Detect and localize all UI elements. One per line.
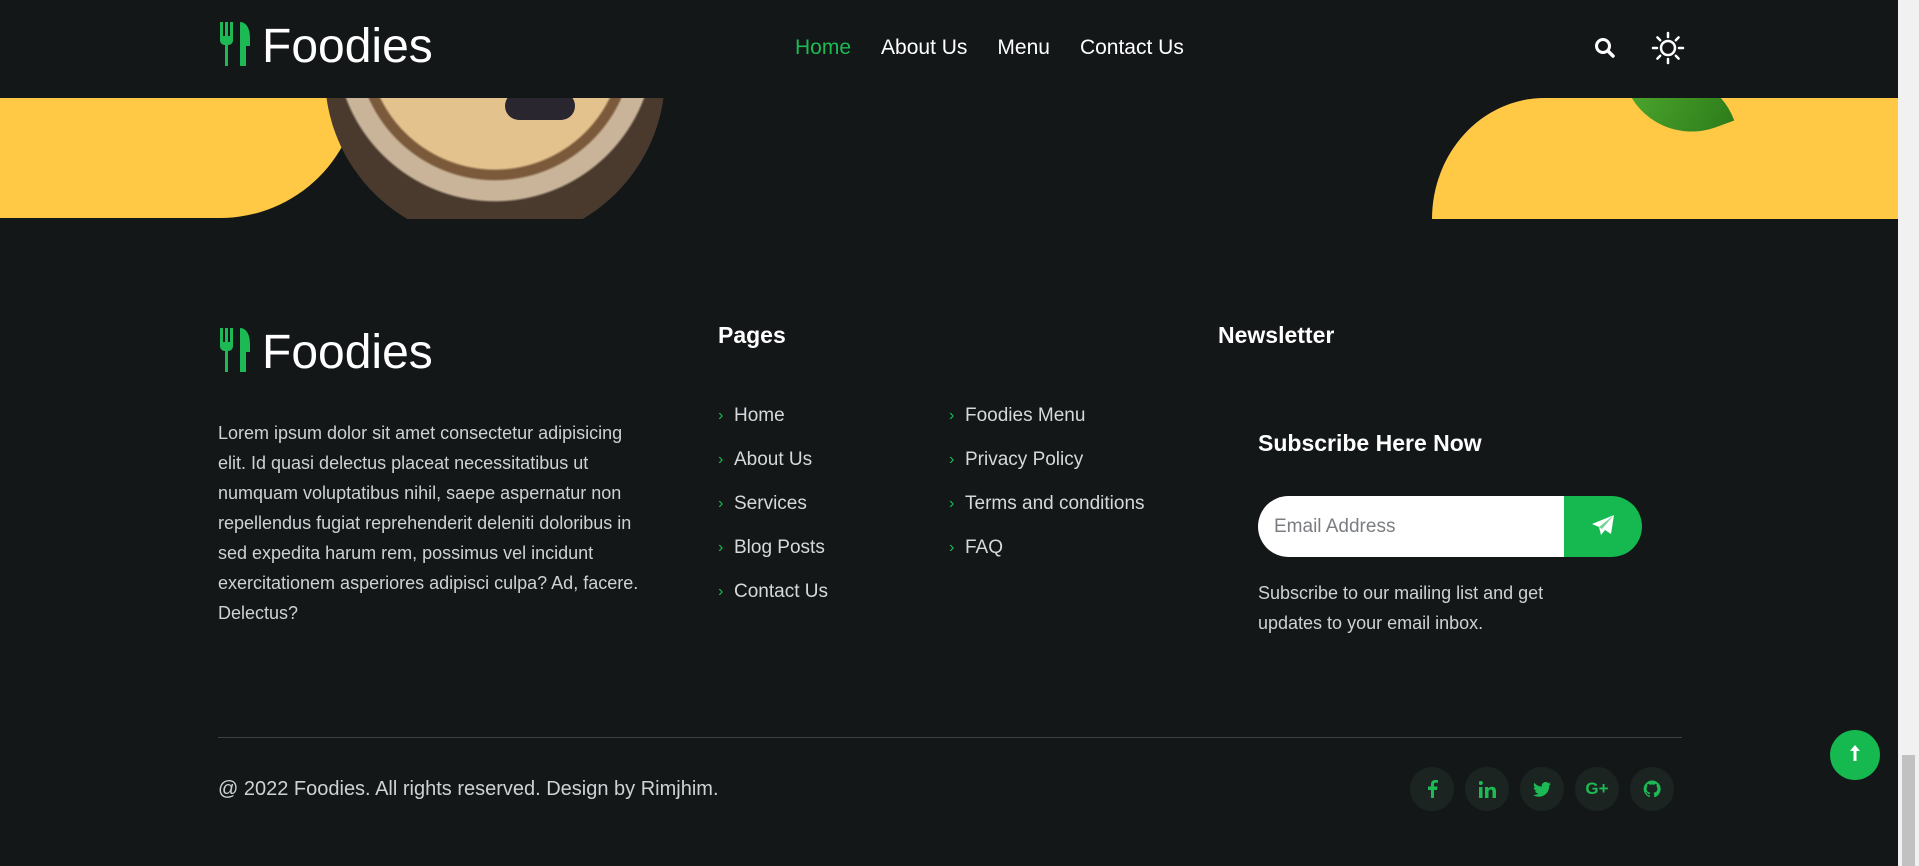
footer-divider	[218, 737, 1682, 738]
chevron-right-icon: ›	[718, 407, 724, 424]
nav-menu[interactable]: Menu	[997, 36, 1050, 60]
page-scrollbar[interactable]	[1898, 0, 1919, 866]
theme-toggle-sun-icon[interactable]	[1651, 31, 1685, 65]
back-to-top-button[interactable]	[1830, 730, 1880, 780]
github-icon[interactable]	[1630, 767, 1674, 811]
footer-link-foodies-menu[interactable]: › Foodies Menu	[949, 394, 1145, 438]
header-logo[interactable]: Foodies	[218, 22, 433, 71]
search-icon[interactable]	[1590, 33, 1620, 63]
hero-section-bottom	[0, 98, 1898, 219]
nav-contact-us[interactable]: Contact Us	[1080, 36, 1184, 60]
chevron-right-icon: ›	[718, 583, 724, 600]
footer-logo[interactable]: Foodies	[218, 328, 433, 377]
yellow-shape-left	[0, 98, 360, 218]
google-plus-glyph: G+	[1585, 779, 1609, 798]
nav-home[interactable]: Home	[795, 36, 851, 60]
chevron-right-icon: ›	[949, 495, 955, 512]
footer-link-home[interactable]: › Home	[718, 394, 828, 438]
food-plate-image	[325, 98, 665, 219]
subscribe-heading: Subscribe Here Now	[1258, 430, 1482, 456]
footer-link-about-us[interactable]: › About Us	[718, 438, 828, 482]
twitter-icon[interactable]	[1520, 767, 1564, 811]
chevron-right-icon: ›	[949, 407, 955, 424]
linkedin-icon[interactable]	[1465, 767, 1509, 811]
paper-plane-icon	[1591, 514, 1615, 539]
footer-about-text: Lorem ipsum dolor sit amet consectetur a…	[218, 423, 639, 623]
footer-link-blog-posts[interactable]: › Blog Posts	[718, 526, 828, 570]
chevron-right-icon: ›	[949, 451, 955, 468]
footer-link-terms[interactable]: › Terms and conditions	[949, 482, 1145, 526]
footer-logo-text: Foodies	[262, 325, 433, 379]
site-header: Foodies Home About Us Menu Contact Us	[0, 0, 1898, 98]
pages-heading: Pages	[718, 322, 786, 348]
footer-link-faq[interactable]: › FAQ	[949, 526, 1145, 570]
social-links: G+	[1410, 767, 1674, 811]
facebook-icon[interactable]	[1410, 767, 1454, 811]
berries-image	[505, 98, 575, 120]
scrollbar-thumb[interactable]	[1902, 755, 1915, 866]
fork-knife-icon	[218, 22, 252, 71]
copyright-text: @ 2022 Foodies. All rights reserved. Des…	[218, 778, 719, 800]
footer-link-contact-us[interactable]: › Contact Us	[718, 570, 828, 614]
arrow-up-icon	[1847, 744, 1863, 767]
header-logo-text: Foodies	[262, 19, 433, 73]
subscribe-form	[1258, 496, 1642, 557]
subscribe-button[interactable]	[1564, 496, 1642, 557]
newsletter-heading: Newsletter	[1218, 322, 1335, 348]
nav-about-us[interactable]: About Us	[881, 36, 967, 60]
pages-list-1: › Home › About Us › Services › Blog Posts › C…	[718, 394, 828, 614]
chevron-right-icon: ›	[949, 539, 955, 556]
pages-list-2: › Foodies Menu › Privacy Policy › Terms and…	[949, 394, 1145, 570]
footer-link-services[interactable]: › Services	[718, 482, 828, 526]
chevron-right-icon: ›	[718, 495, 724, 512]
fork-knife-icon	[218, 328, 252, 377]
chevron-right-icon: ›	[718, 539, 724, 556]
chevron-right-icon: ›	[718, 451, 724, 468]
footer-link-privacy-policy[interactable]: › Privacy Policy	[949, 438, 1145, 482]
email-field[interactable]	[1258, 496, 1564, 557]
subscribe-note: Subscribe to our mailing list and get up…	[1258, 583, 1544, 633]
google-plus-icon[interactable]: G+	[1575, 767, 1619, 811]
main-nav: Home About Us Menu Contact Us	[795, 36, 1184, 60]
